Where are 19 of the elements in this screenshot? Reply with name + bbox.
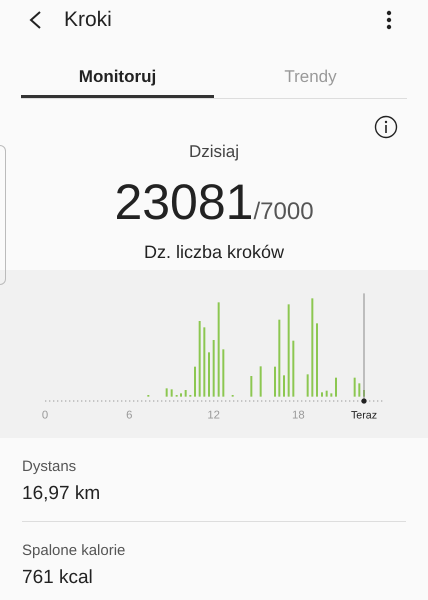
axis-label: 6	[126, 409, 132, 422]
info-icon[interactable]	[374, 115, 398, 139]
day-label: Dzisiaj	[188, 141, 240, 163]
step-count: 23081	[114, 172, 254, 230]
goal-label: Dz. liczba kroków	[144, 240, 284, 264]
back-icon[interactable]	[28, 10, 42, 30]
stat-label: Dystans	[22, 456, 78, 476]
axis-label: 18	[292, 409, 305, 422]
page-title: Kroki	[64, 7, 112, 34]
stat-value: 16,97 km	[22, 482, 102, 506]
more-options-icon[interactable]	[386, 10, 392, 30]
axis-label: 0	[42, 409, 48, 422]
now-label: Teraz	[350, 409, 378, 422]
stat-label: Spalone kalorie	[22, 540, 126, 560]
step-goal: /7000	[253, 196, 314, 226]
stat-value: 761 kcal	[22, 566, 94, 590]
tab[interactable]: Monitoruj	[21, 58, 214, 98]
axis-label: 12	[207, 409, 220, 422]
now-dot	[361, 398, 367, 404]
